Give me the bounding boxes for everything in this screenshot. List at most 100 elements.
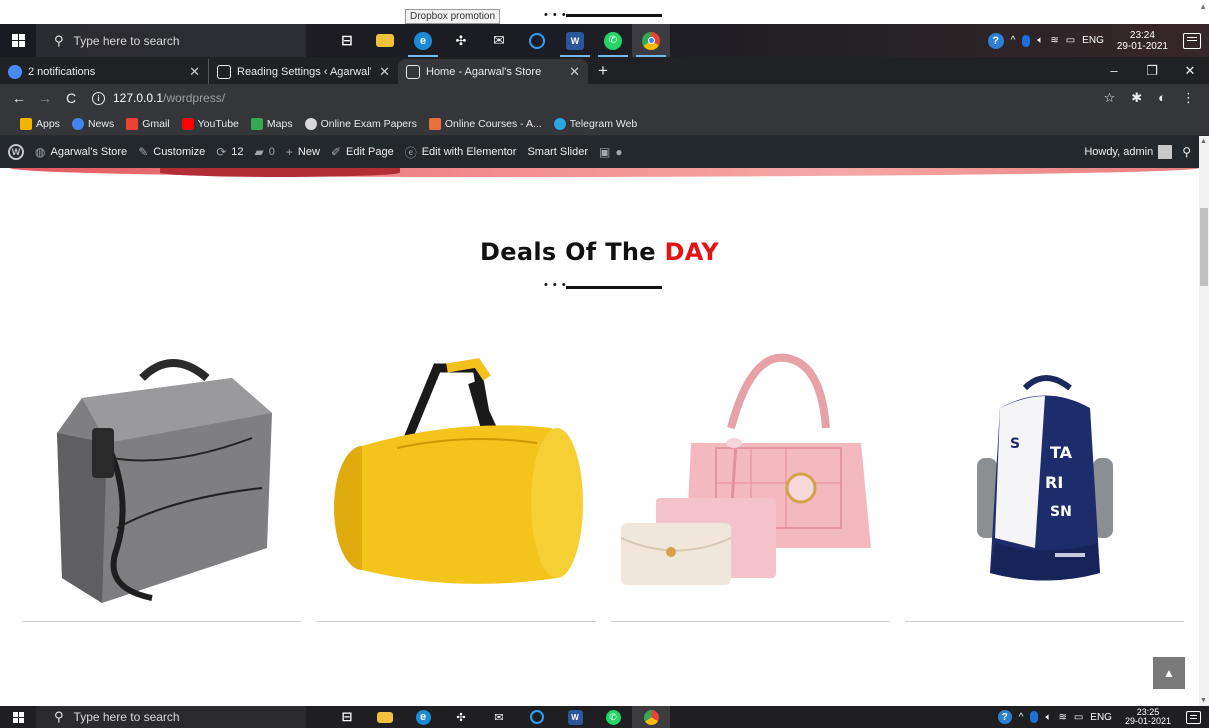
chrome-button[interactable] (632, 24, 670, 57)
whatsapp-button[interactable]: ✆ (594, 706, 632, 728)
scroll-down-arrow-icon[interactable]: ▼ (1200, 697, 1207, 704)
wp-smart-slider[interactable]: Smart Slider (527, 146, 588, 158)
help-icon[interactable]: ? (997, 710, 1012, 724)
pink-handbag-set-image[interactable] (611, 348, 890, 611)
bookmark-gmail[interactable]: Gmail (126, 117, 170, 130)
wp-updates[interactable]: ⟳ 12 (216, 145, 243, 159)
start-button[interactable] (0, 706, 36, 728)
bookmark-star-icon[interactable]: ☆ (1104, 90, 1116, 106)
product-card[interactable]: S TA RI SN (905, 348, 1184, 623)
word-button[interactable]: W (556, 24, 594, 57)
edge-button[interactable]: e (404, 706, 442, 728)
clock[interactable]: 23:25 29-01-2021 (1125, 708, 1171, 726)
whatsapp-button[interactable]: ✆ (594, 24, 632, 57)
product-card[interactable] (22, 348, 301, 623)
title-underline (566, 14, 662, 17)
wifi-icon[interactable]: ≋ (1050, 35, 1058, 46)
wp-new[interactable]: + New (286, 145, 320, 159)
info-icon[interactable]: i (92, 91, 105, 105)
bookmark-online-courses[interactable]: Online Courses - A... (428, 117, 542, 130)
close-tab-icon[interactable]: ✕ (371, 64, 390, 80)
new-tab-button[interactable]: + (588, 61, 618, 84)
wp-slider-label: Smart Slider (527, 146, 588, 158)
wifi-icon[interactable]: ≋ (1058, 712, 1066, 723)
wp-howdy[interactable]: Howdy, admin (1084, 145, 1173, 159)
mail-button[interactable]: ✉ (480, 24, 518, 57)
tab-reading-settings[interactable]: Reading Settings ‹ Agarwal's Stor ✕ (208, 59, 398, 84)
taskbar-search-box[interactable]: ⚲ Type here to search (36, 706, 306, 728)
taskbar-search-box[interactable]: ⚲ Type here to search (36, 24, 306, 57)
url-field[interactable]: i 127.0.0.1/wordpress/ (84, 87, 1104, 109)
cortana-button[interactable] (518, 706, 556, 728)
extensions-icon[interactable]: ✱ (1131, 90, 1142, 106)
bluetooth-icon[interactable] (1030, 711, 1039, 723)
page-scrollbar[interactable]: ▲ ▼ (1199, 136, 1209, 706)
tab-home-active[interactable]: Home - Agarwal's Store ✕ (398, 59, 588, 84)
chevron-up-icon[interactable]: ^ (1011, 35, 1016, 46)
word-button[interactable]: W (556, 706, 594, 728)
wp-edit-page[interactable]: ✐ Edit Page (331, 145, 394, 159)
cortana-icon (529, 32, 545, 49)
bookmark-telegram[interactable]: Telegram Web (553, 117, 637, 130)
wp-edit-elementor[interactable]: ⓔ Edit with Elementor (405, 144, 517, 161)
wp-comments[interactable]: ▰ 0 (255, 145, 275, 159)
reload-button[interactable]: C (58, 90, 84, 106)
search-icon[interactable]: ⚲ (1182, 145, 1191, 159)
language-indicator[interactable]: ENG (1082, 35, 1104, 46)
bookmark-maps[interactable]: Maps (250, 117, 293, 130)
tab-notifications[interactable]: 2 notifications ✕ (0, 59, 208, 84)
battery-icon[interactable]: ▭ (1074, 712, 1083, 723)
wp-yoast[interactable]: ▣ ● (599, 145, 623, 159)
help-icon[interactable]: ? (987, 32, 1004, 49)
file-explorer-button[interactable] (366, 24, 404, 57)
file-explorer-button[interactable] (366, 706, 404, 728)
yellow-duffel-bag-image[interactable] (317, 348, 596, 611)
scroll-to-top-button[interactable]: ▲ (1153, 657, 1185, 689)
tab-title: 2 notifications (28, 65, 96, 78)
wp-elementor-label: Edit with Elementor (421, 146, 517, 158)
language-indicator[interactable]: ENG (1090, 712, 1112, 723)
maximize-button[interactable]: ❐ (1133, 63, 1171, 79)
back-button[interactable]: ← (6, 90, 32, 106)
start-button[interactable] (0, 24, 36, 57)
chevron-up-icon[interactable]: ^ (1019, 712, 1024, 723)
cortana-button[interactable] (518, 24, 556, 57)
taskbar-search-placeholder: Type here to search (73, 710, 180, 724)
profile-icon[interactable]: ◐ (1158, 90, 1166, 106)
navy-backpack-image[interactable]: S TA RI SN (905, 348, 1184, 611)
close-window-button[interactable]: ✕ (1171, 63, 1209, 79)
menu-icon[interactable]: ⋮ (1182, 90, 1195, 106)
bookmark-apps[interactable]: Apps (20, 117, 60, 130)
wp-customize[interactable]: ✎ Customize (138, 145, 205, 159)
wp-site-name[interactable]: ◍ Agarwal's Store (35, 145, 127, 159)
close-tab-icon[interactable]: ✕ (561, 64, 580, 80)
notifications-icon[interactable] (1186, 710, 1201, 724)
task-view-button[interactable]: ⊟ (328, 24, 366, 57)
scroll-up-arrow-icon[interactable]: ▲ (1199, 2, 1207, 11)
chrome-button[interactable] (632, 706, 670, 728)
product-card[interactable] (611, 348, 890, 623)
grey-laptop-bag-image[interactable] (22, 348, 301, 611)
task-view-button[interactable]: ⊟ (328, 706, 366, 728)
scrollbar-thumb[interactable] (1200, 208, 1208, 286)
edge-icon: e (414, 31, 432, 50)
bookmark-news[interactable]: News (71, 117, 114, 130)
close-tab-icon[interactable]: ✕ (181, 64, 200, 80)
wp-logo-menu[interactable]: W (8, 144, 24, 160)
minimize-button[interactable]: – (1095, 63, 1133, 78)
bookmark-youtube[interactable]: YouTube (181, 117, 239, 130)
edge-button[interactable]: e (404, 24, 442, 57)
mail-button[interactable]: ✉ (480, 706, 518, 728)
volume-icon[interactable]: 🔈︎ (1045, 712, 1051, 723)
product-card[interactable] (317, 348, 596, 623)
dropbox-button[interactable]: ✣ (442, 24, 480, 57)
volume-icon[interactable]: 🔈︎ (1037, 35, 1043, 46)
forward-button[interactable]: → (32, 90, 58, 106)
bookmark-online-exam-papers[interactable]: Online Exam Papers (304, 117, 417, 130)
bluetooth-icon[interactable] (1022, 34, 1031, 47)
notifications-icon[interactable] (1183, 32, 1201, 49)
scroll-up-arrow-icon[interactable]: ▲ (1200, 138, 1207, 145)
battery-icon[interactable]: ▭ (1066, 35, 1075, 46)
clock[interactable]: 23:24 29-01-2021 (1117, 30, 1168, 52)
dropbox-button[interactable]: ✣ (442, 706, 480, 728)
